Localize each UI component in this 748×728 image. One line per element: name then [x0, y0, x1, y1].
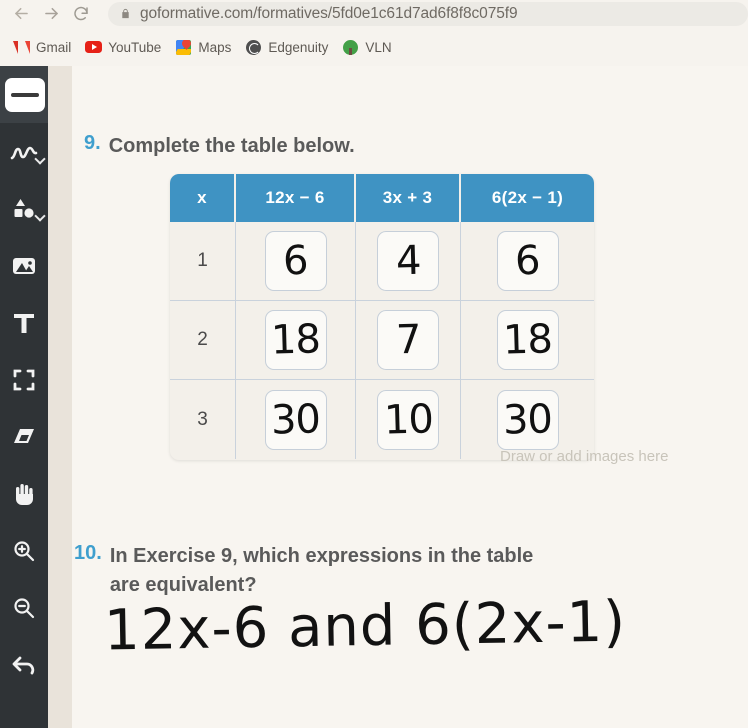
x-value: 3: [197, 408, 208, 430]
drawing-toolbar: [0, 66, 48, 728]
answer-input[interactable]: 30: [264, 389, 327, 450]
answer-input[interactable]: 18: [496, 310, 559, 370]
browser-chrome: goformative.com/formatives/5fd0e1c61d7ad…: [0, 0, 748, 66]
table-cell-answer: 6: [461, 222, 594, 300]
browser-nav-row: goformative.com/formatives/5fd0e1c61d7ad…: [0, 0, 748, 27]
bookmark-label: Gmail: [36, 39, 72, 55]
eraser-tool[interactable]: [0, 408, 48, 465]
table-row: 1 6 4 6: [170, 222, 594, 301]
bookmark-label: YouTube: [108, 39, 162, 55]
answer-input[interactable]: 6: [264, 231, 327, 291]
handwritten-answer: 30: [270, 395, 321, 444]
table-cell-answer: 30: [236, 380, 356, 459]
question-9-text: Complete the table below.: [108, 135, 355, 157]
table-cell-answer: 6: [236, 222, 356, 300]
worksheet-canvas[interactable]: 9. Complete the table below. x 12x − 6 3…: [48, 66, 748, 728]
address-bar[interactable]: goformative.com/formatives/5fd0e1c61d7ad…: [108, 1, 748, 26]
table-header-cell: x: [170, 174, 236, 222]
bookmark-maps[interactable]: Maps: [168, 34, 238, 60]
table-row: 2 18 7 18: [170, 301, 594, 380]
bookmark-gmail[interactable]: Gmail: [6, 34, 78, 60]
maps-icon: [175, 39, 192, 56]
image-tool[interactable]: [0, 237, 48, 294]
zoom-in-tool[interactable]: [0, 522, 48, 579]
x-value: 1: [197, 250, 208, 271]
handwritten-answer: 4: [395, 237, 421, 285]
stroke-width-tool[interactable]: [0, 66, 48, 123]
bookmark-label: Edgenuity: [268, 39, 329, 55]
text-tool[interactable]: [0, 294, 48, 351]
table-header-row: x 12x − 6 3x + 3 6(2x − 1): [170, 174, 594, 222]
undo-tool[interactable]: [0, 636, 48, 693]
table-cell-answer: 18: [461, 301, 594, 379]
question-10-handwritten-answer: 12x-6 and 6(2x-1): [103, 589, 627, 664]
handwritten-answer: 30: [502, 395, 553, 444]
answer-input[interactable]: 7: [377, 310, 439, 370]
x-value: 2: [197, 329, 208, 350]
table-cell-x: 1: [170, 222, 236, 300]
handwritten-answer: 6: [282, 237, 309, 285]
question-9: 9. Complete the table below.: [84, 132, 355, 161]
table-cell-answer: 4: [356, 222, 461, 300]
crop-tool[interactable]: [0, 351, 48, 408]
question-10-number: 10.: [74, 542, 102, 564]
handwritten-answer: 6: [514, 237, 541, 285]
reload-button[interactable]: [66, 2, 96, 26]
zoom-out-tool[interactable]: [0, 579, 48, 636]
pen-draw-tool[interactable]: [0, 123, 48, 180]
bookmark-youtube[interactable]: YouTube: [78, 34, 168, 60]
stroke-width-icon: [5, 77, 45, 112]
bookmark-label: Maps: [198, 39, 232, 55]
edgenuity-icon: [245, 39, 262, 56]
handwritten-answer: 7: [395, 316, 421, 364]
pan-hand-tool[interactable]: [0, 465, 48, 522]
handwritten-answer: 18: [270, 316, 321, 364]
expression-table: x 12x − 6 3x + 3 6(2x − 1) 1 6 4 6 2 18 …: [170, 174, 594, 460]
table-cell-x: 3: [170, 380, 236, 459]
back-button[interactable]: [6, 2, 36, 26]
table-header-cell: 3x + 3: [356, 174, 461, 222]
youtube-icon: [85, 39, 103, 56]
shapes-tool[interactable]: [0, 180, 48, 237]
url-text: goformative.com/formatives/5fd0e1c61d7ad…: [140, 4, 518, 22]
vln-icon: [342, 39, 359, 56]
table-header-cell: 12x − 6: [236, 174, 356, 222]
table-cell-answer: 10: [356, 380, 461, 459]
answer-input[interactable]: 4: [377, 231, 439, 291]
handwritten-answer: 18: [502, 316, 553, 364]
table-cell-answer: 18: [236, 301, 356, 379]
bookmark-edgenuity[interactable]: Edgenuity: [238, 34, 335, 60]
screenshot-root: goformative.com/formatives/5fd0e1c61d7ad…: [0, 0, 748, 728]
lock-icon: [120, 7, 131, 20]
answer-input[interactable]: 6: [496, 231, 559, 291]
forward-button[interactable]: [36, 2, 66, 26]
gmail-icon: [13, 39, 30, 56]
table-header-cell: 6(2x − 1): [461, 174, 594, 222]
bookmark-label: VLN: [365, 39, 392, 55]
question-9-number: 9.: [84, 132, 101, 154]
bookmarks-bar: Gmail YouTube Maps Edgenuity VLN: [0, 30, 748, 64]
answer-input[interactable]: 10: [377, 389, 439, 450]
bookmark-vln[interactable]: VLN: [335, 34, 398, 60]
table-cell-answer: 7: [356, 301, 461, 379]
answer-input[interactable]: 30: [496, 389, 559, 450]
canvas-placeholder-text: Draw or add images here: [500, 448, 669, 465]
answer-input[interactable]: 18: [264, 310, 327, 370]
handwritten-answer: 10: [382, 395, 434, 444]
table-cell-x: 2: [170, 301, 236, 379]
